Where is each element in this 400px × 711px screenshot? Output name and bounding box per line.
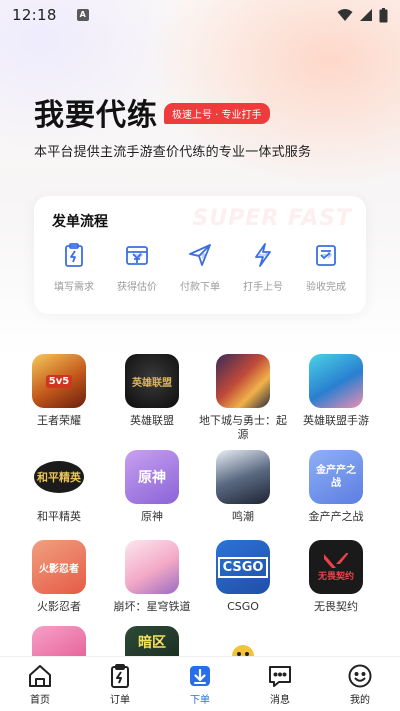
- game-item-yuanshen[interactable]: 原神 原神: [102, 450, 202, 524]
- profile-icon: [348, 664, 372, 688]
- game-icon: 金产产之战: [309, 450, 363, 504]
- game-item-heping[interactable]: 和平精英 和平精英: [9, 450, 109, 524]
- nav-label: 我的: [350, 695, 370, 706]
- nav-label: 订单: [110, 695, 130, 706]
- nav-profile[interactable]: 我的: [320, 657, 400, 711]
- nav-label: 首页: [30, 695, 50, 706]
- game-icon: 火影忍者: [32, 540, 86, 594]
- game-icon-text: 暗区: [138, 635, 166, 651]
- game-label: CSGO: [227, 600, 259, 613]
- flow-step-pay: 付款下单: [168, 242, 232, 293]
- flow-step-quote: 获得估价: [105, 242, 169, 293]
- game-icon: 原神: [125, 450, 179, 504]
- battery-icon: [379, 7, 388, 22]
- flow-step-fill: 填写需求: [42, 242, 106, 293]
- game-label: 英雄联盟手游: [303, 414, 369, 427]
- game-icon: [125, 540, 179, 594]
- game-label: 无畏契约: [314, 600, 358, 613]
- status-icons: [337, 7, 388, 23]
- game-icon: [309, 354, 363, 408]
- flow-steps: 填写需求 获得估价 付款下单 打手上号 验收完成: [34, 242, 366, 302]
- game-label: 金产产之战: [308, 510, 364, 523]
- hero-tag-badge: 极速上号 · 专业打手: [164, 103, 270, 124]
- game-icon-text: 和平精英: [34, 461, 84, 493]
- nav-place-order[interactable]: 下单: [160, 657, 240, 711]
- game-label: 火影忍者: [37, 600, 81, 613]
- notification-a-icon: A: [76, 9, 89, 21]
- message-icon: [269, 666, 291, 687]
- game-item-huoying[interactable]: 火影忍者 火影忍者: [9, 540, 109, 614]
- flow-watermark: SUPER FAST: [192, 206, 352, 231]
- order-icon: [111, 664, 129, 688]
- game-icon: 英雄联盟: [125, 354, 179, 408]
- download-order-icon: [190, 666, 210, 686]
- game-item-csgo[interactable]: CSGO CSGO: [193, 540, 293, 614]
- flow-title: 发单流程: [52, 214, 108, 230]
- game-icon: [216, 354, 270, 408]
- valorant-logo-icon: [324, 552, 348, 568]
- nav-messages[interactable]: 消息: [240, 657, 320, 711]
- send-icon: [189, 244, 211, 266]
- flow-step-accept: 验收完成: [294, 242, 358, 293]
- game-icon: [216, 450, 270, 504]
- flow-step-label: 获得估价: [117, 282, 157, 293]
- price-icon: [126, 246, 148, 265]
- flow-step-label: 验收完成: [306, 282, 346, 293]
- game-item-lol-mobile[interactable]: 英雄联盟手游: [286, 354, 386, 428]
- game-label: 英雄联盟: [130, 414, 174, 427]
- bottom-nav: 首页 订单 下单 消息 我的: [0, 656, 400, 711]
- status-bar: 12:18 A: [0, 0, 400, 30]
- signal-icon: [360, 9, 372, 21]
- game-icon: 和平精英: [32, 450, 86, 504]
- game-item-mingchao[interactable]: 鸣潮: [193, 450, 293, 524]
- nav-label: 下单: [190, 695, 210, 706]
- wifi-icon: [337, 9, 353, 21]
- game-icon: 无畏契约: [309, 540, 363, 594]
- game-icon-text: 英雄联盟: [132, 377, 172, 389]
- home-icon: [29, 665, 51, 687]
- clipboard-icon: [65, 243, 83, 267]
- game-label: 崩坏：星穹铁道: [113, 600, 191, 613]
- game-label: 鸣潮: [232, 510, 254, 523]
- nav-orders[interactable]: 订单: [80, 657, 160, 711]
- status-time: 12:18: [12, 6, 57, 24]
- game-label: 地下城与勇士：起源: [199, 414, 287, 441]
- game-icon-text: 原神: [138, 470, 166, 486]
- game-icon-text: 火影忍者: [39, 563, 79, 575]
- lightning-icon: [255, 243, 271, 267]
- page-title: 我要代练: [34, 98, 158, 133]
- flow-step-label: 填写需求: [54, 282, 94, 293]
- game-icon-text: 金产产之战: [316, 465, 356, 489]
- game-item-wangzhe[interactable]: 5v5 王者荣耀: [9, 354, 109, 428]
- game-icon: 5v5: [32, 354, 86, 408]
- game-label: 和平精英: [37, 510, 81, 523]
- flow-step-label: 付款下单: [180, 282, 220, 293]
- nav-home[interactable]: 首页: [0, 657, 80, 711]
- flow-step-label: 打手上号: [243, 282, 283, 293]
- order-flow-card: 发单流程 SUPER FAST 填写需求 获得估价 付款下单 打手上号 验收完成: [34, 196, 366, 314]
- game-item-dnf-origin[interactable]: 地下城与勇士：起源: [193, 354, 293, 442]
- nav-label: 消息: [270, 695, 290, 706]
- page-subtitle: 本平台提供主流手游查价代练的专业一体式服务: [34, 145, 312, 160]
- game-icon: CSGO: [216, 540, 270, 594]
- game-label: 王者荣耀: [37, 414, 81, 427]
- game-item-jinchanchan[interactable]: 金产产之战 金产产之战: [286, 450, 386, 524]
- checklist-icon: [316, 245, 336, 266]
- game-item-lol[interactable]: 英雄联盟 英雄联盟: [102, 354, 202, 428]
- game-icon-text: CSGO: [217, 556, 269, 578]
- game-item-valorant[interactable]: 无畏契约 无畏契约: [286, 540, 386, 614]
- game-icon-text: 无畏契约: [317, 571, 354, 582]
- game-item-starrail[interactable]: 崩坏：星穹铁道: [102, 540, 202, 614]
- game-icon-text: 5v5: [45, 374, 73, 388]
- game-label: 原神: [141, 510, 163, 523]
- flow-step-play: 打手上号: [231, 242, 295, 293]
